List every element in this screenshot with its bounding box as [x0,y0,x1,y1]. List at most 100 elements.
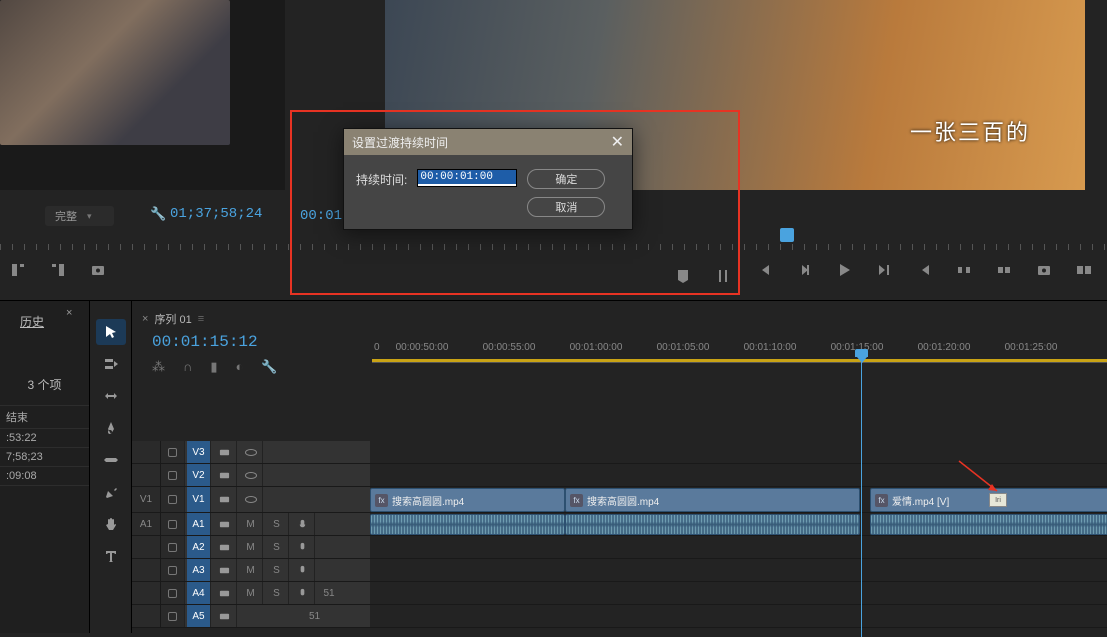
history-tab[interactable]: 历史 [0,309,89,334]
voice-over[interactable] [291,536,315,558]
track-target-v1[interactable]: V1 [187,487,211,512]
close-icon[interactable]: ✕ [611,132,624,152]
video-clip[interactable]: fx搜索高圆圆.mp4 [565,488,860,512]
export-frame-icon[interactable] [90,262,106,278]
linked-selection-icon[interactable]: ∩ [183,359,192,375]
lock-toggle[interactable] [161,559,185,581]
mute-toggle[interactable]: M [239,513,263,535]
lock-toggle[interactable] [161,605,185,627]
marker-icon[interactable]: ▮ [210,359,217,375]
export-frame-icon-2[interactable] [1036,262,1052,278]
source-timecode[interactable]: 01;37;58;24 [170,206,262,222]
mark-out-icon[interactable] [50,262,66,278]
lift-icon[interactable] [956,262,972,278]
track-output[interactable] [239,464,263,486]
sequence-tab[interactable]: × 序列 01 ≡ [142,311,204,327]
razor-tool[interactable] [96,415,126,441]
src-patch[interactable] [132,559,160,581]
program-playhead-marker[interactable] [780,228,794,242]
lock-toggle[interactable] [161,487,185,512]
slip-tool[interactable] [96,447,126,473]
hand-tool[interactable] [96,511,126,537]
voice-over[interactable] [291,559,315,581]
voice-over[interactable] [291,513,315,535]
history-row[interactable]: :53:22 [0,429,89,448]
comparison-icon[interactable] [1076,262,1092,278]
sync-lock[interactable] [213,605,237,627]
go-to-out-icon[interactable] [916,262,932,278]
ripple-edit-tool[interactable] [96,383,126,409]
audio-clip[interactable] [370,514,565,535]
track-output[interactable] [239,487,263,512]
track-target-a5[interactable]: A5 [187,605,211,627]
track-a2-clips[interactable] [370,536,1107,558]
src-patch[interactable] [132,582,160,604]
lock-toggle[interactable] [161,464,185,486]
solo-toggle[interactable]: S [265,536,289,558]
cancel-button[interactable]: 取消 [527,197,605,217]
play-icon[interactable] [836,262,852,278]
sync-lock[interactable] [213,464,237,486]
wrench-icon[interactable]: 🔧 [261,359,277,375]
extract-icon[interactable] [996,262,1012,278]
lock-toggle[interactable] [161,582,185,604]
src-patch-a1[interactable]: A1 [132,513,160,535]
voice-over[interactable] [291,582,315,604]
pen-tool[interactable] [96,479,126,505]
history-row[interactable]: 7;58;23 [0,448,89,467]
track-output[interactable] [239,441,263,463]
audio-clip[interactable] [565,514,860,535]
sync-lock[interactable] [213,487,237,512]
selection-tool[interactable] [96,319,126,345]
transition-thumbnail[interactable]: Iri [989,493,1007,507]
mute-toggle[interactable]: M [239,536,263,558]
history-row[interactable]: :09:08 [0,467,89,486]
lock-toggle[interactable] [161,513,185,535]
track-select-tool[interactable] [96,351,126,377]
src-patch[interactable] [132,605,160,627]
panel-close-icon[interactable]: × [66,307,72,319]
wrench-icon[interactable]: 🔧 [150,206,166,222]
track-target-a1[interactable]: A1 [187,513,211,535]
tab-menu-icon[interactable]: ≡ [198,313,204,325]
track-target-v2[interactable]: V2 [187,464,211,486]
duration-input[interactable]: 00:00:01:00 [417,169,517,187]
track-a3-clips[interactable] [370,559,1107,581]
tab-close-icon[interactable]: × [142,313,148,325]
sync-lock[interactable] [213,559,237,581]
source-fit-dropdown[interactable]: 完整 ▾ [45,206,114,226]
go-to-in-icon[interactable] [756,262,772,278]
track-target-a4[interactable]: A4 [187,582,211,604]
snap-icon[interactable]: ⁂ [152,359,165,375]
video-clip[interactable]: fx搜索高圆圆.mp4 [370,488,565,512]
sync-lock[interactable] [213,536,237,558]
timeline-playhead-time[interactable]: 00:01:15:12 [152,333,258,351]
step-forward-icon[interactable] [876,262,892,278]
solo-toggle[interactable]: S [265,582,289,604]
solo-toggle[interactable]: S [265,559,289,581]
timeline-ruler[interactable]: 0 00:00:50:00 00:00:55:00 00:01:00:00 00… [372,341,1107,363]
sync-lock[interactable] [213,513,237,535]
timeline-playhead[interactable] [861,357,862,637]
ok-button[interactable]: 确定 [527,169,605,189]
audio-clip[interactable] [870,514,1107,535]
mute-toggle[interactable]: M [239,559,263,581]
src-patch[interactable] [132,464,160,486]
mute-toggle[interactable]: M [239,582,263,604]
lock-toggle[interactable] [161,441,185,463]
lock-toggle[interactable] [161,536,185,558]
src-patch[interactable] [132,441,160,463]
track-a1-clips[interactable] [370,513,1107,535]
src-patch-v1[interactable]: V1 [132,487,160,512]
dialog-titlebar[interactable]: 设置过渡持续时间 ✕ [344,129,632,155]
type-tool[interactable] [96,543,126,569]
step-back-icon[interactable] [796,262,812,278]
monitor-time-ruler[interactable] [0,232,1107,250]
add-marker-icon[interactable] [675,268,691,284]
track-a5-clips[interactable] [370,605,1107,627]
in-out-icon[interactable] [715,268,731,284]
settings-icon[interactable]: ◐ [236,359,244,375]
track-target-v3[interactable]: V3 [187,441,211,463]
sync-lock[interactable] [213,441,237,463]
track-target-a3[interactable]: A3 [187,559,211,581]
